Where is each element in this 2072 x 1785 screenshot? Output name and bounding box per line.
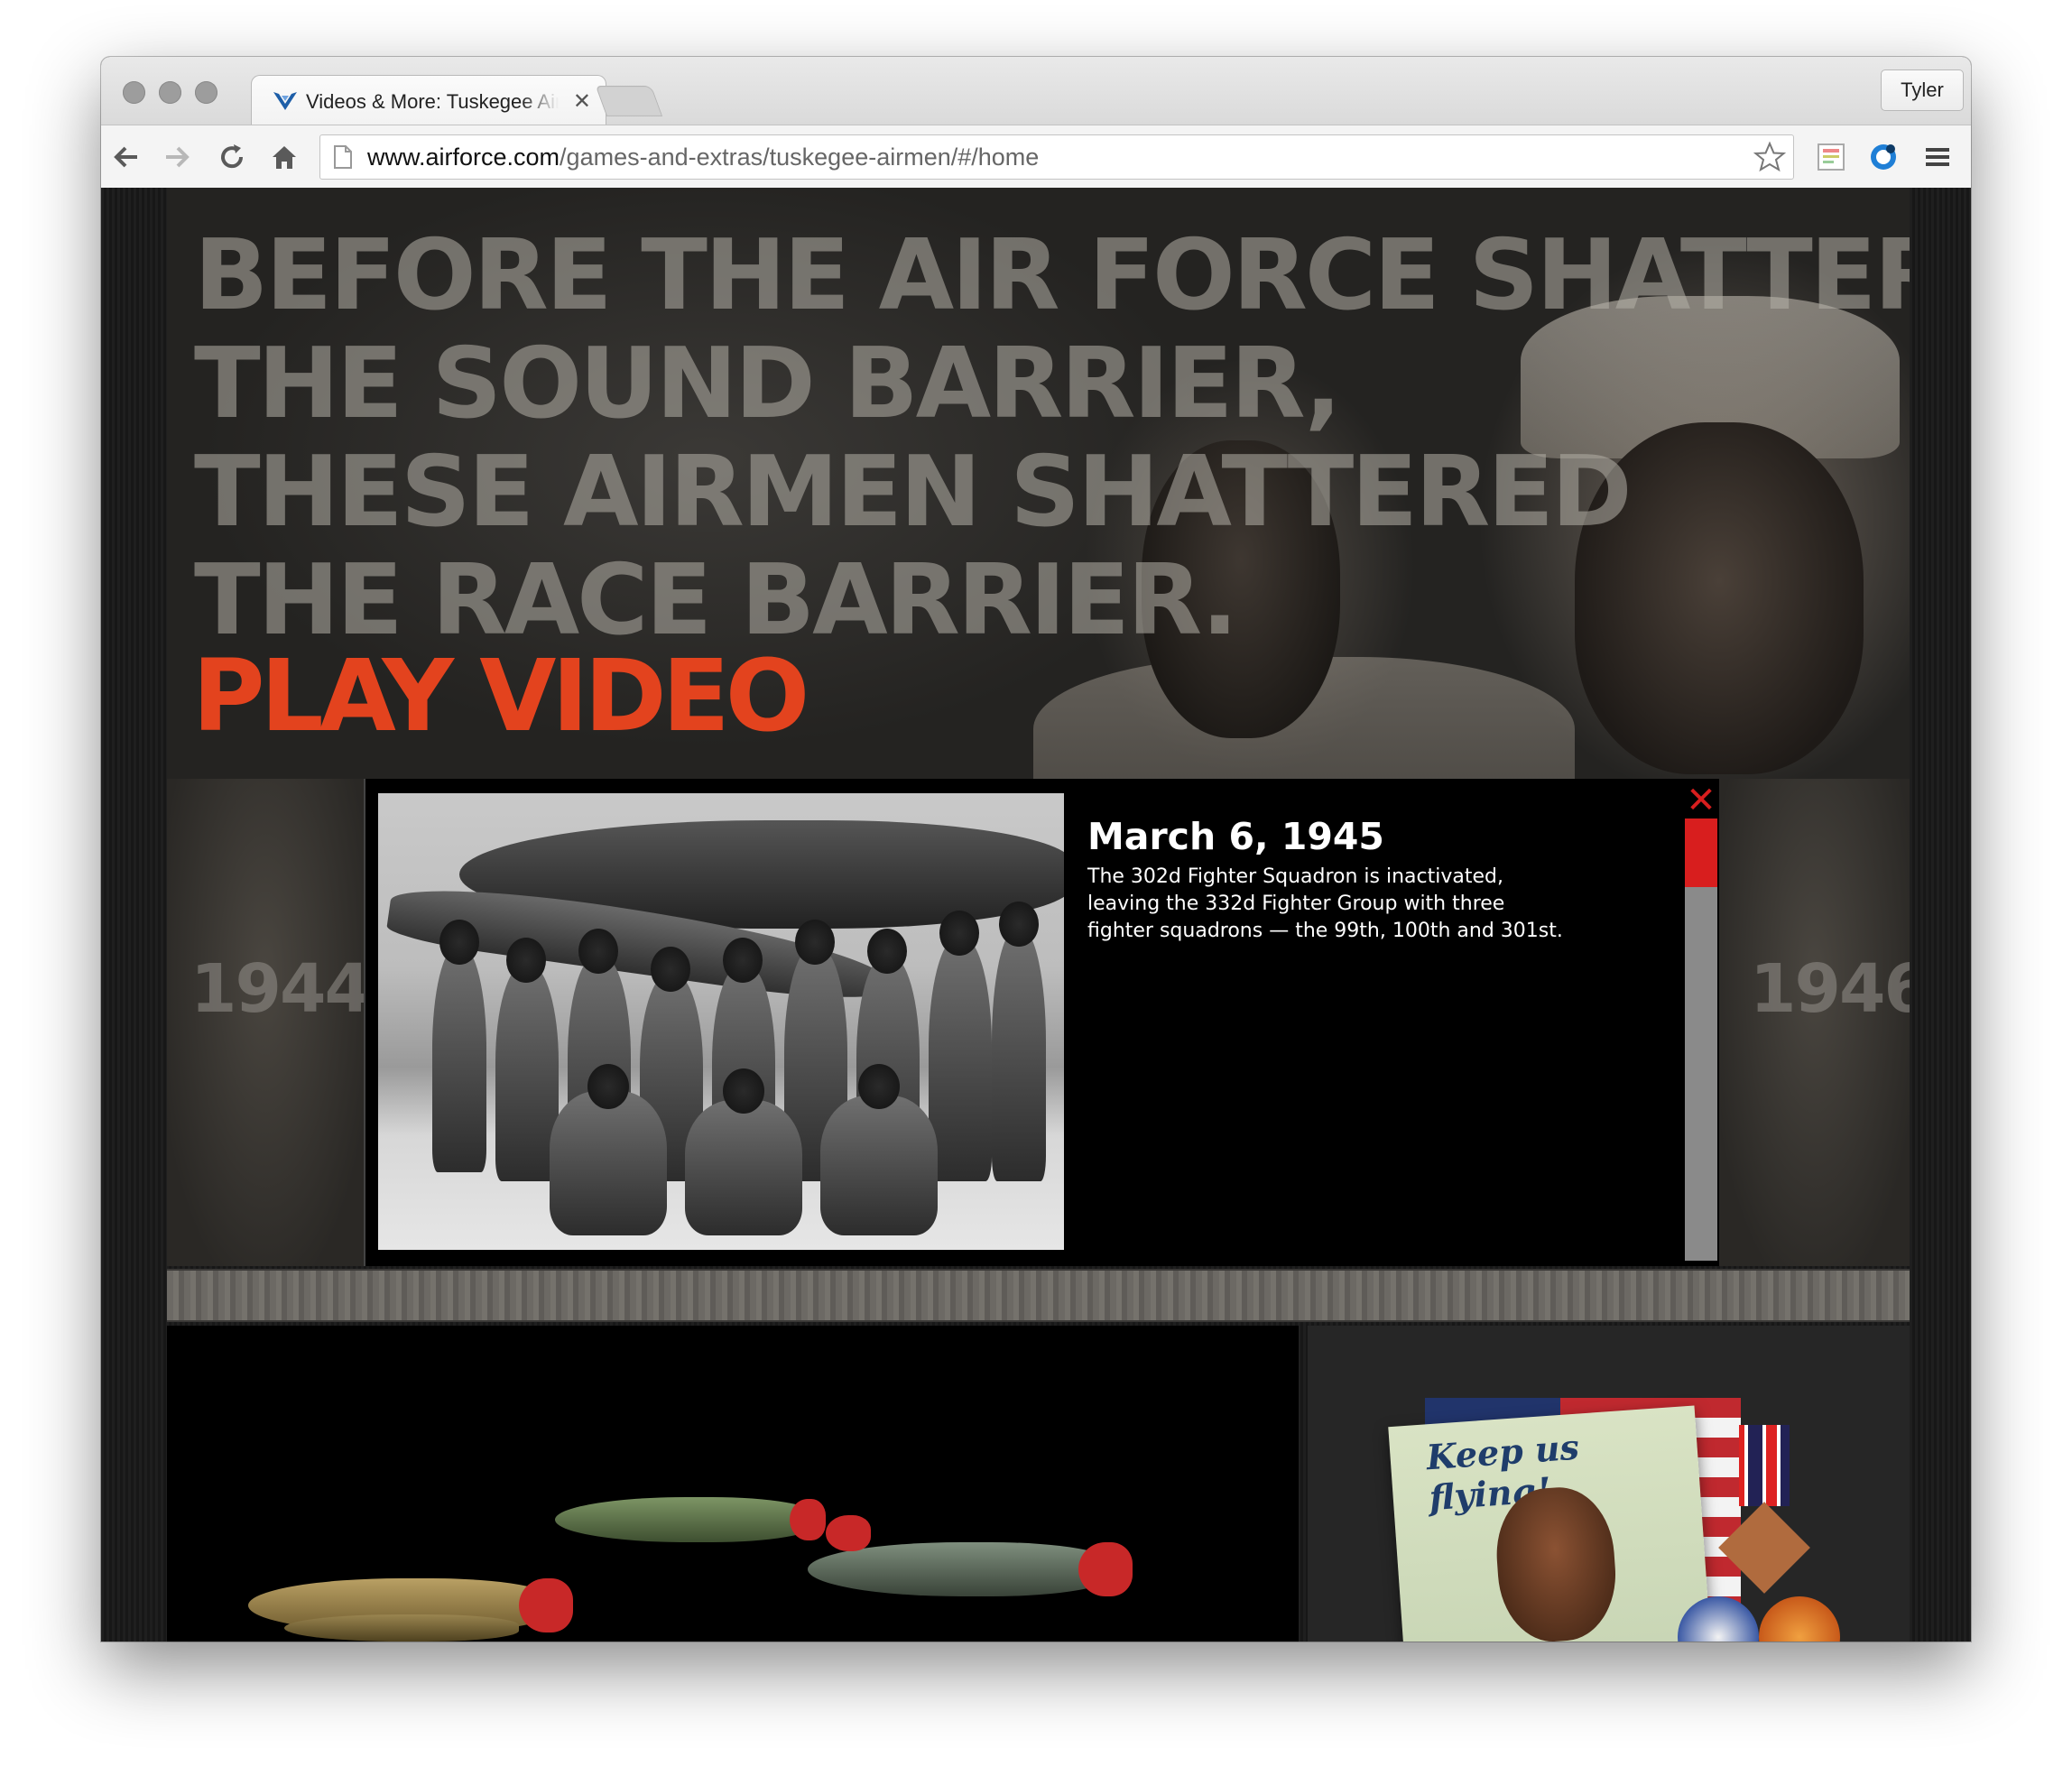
aircraft-models-feature[interactable] — [167, 1326, 1299, 1642]
extension-icon[interactable] — [1868, 142, 1899, 172]
page-icon — [334, 145, 352, 169]
profile-button[interactable]: Tyler — [1881, 69, 1964, 111]
tab-strip: Videos & More: Tuskegee Airmen ✕ Tyler — [101, 57, 1971, 126]
timeline: 1944 1946 March 6, 1945 The 302d Fighter… — [167, 779, 1910, 1266]
tab-close-icon[interactable]: ✕ — [573, 88, 591, 115]
new-tab-button[interactable] — [595, 86, 663, 116]
timeline-prev[interactable]: 1944 — [167, 779, 364, 1266]
forward-arrow-icon[interactable] — [162, 142, 193, 172]
squadron-photo — [378, 793, 1064, 1250]
p47-model — [808, 1515, 1133, 1614]
p47-model — [555, 1479, 826, 1560]
keep-us-flying-poster: Keep us flying! — [1388, 1405, 1715, 1642]
entry-description: The 302d Fighter Squadron is inactivated… — [1087, 865, 1563, 942]
close-icon[interactable]: ✕ — [1685, 782, 1717, 819]
hero-headline: BEFORE THE AIR FORCE SHATTERED THE SOUND… — [194, 222, 1910, 655]
memorabilia-feature[interactable]: Keep us flying! — [1308, 1326, 1910, 1642]
menu-icon[interactable] — [1922, 142, 1953, 172]
entry-date: March 6, 1945 — [1087, 815, 1384, 858]
play-video-button[interactable]: PLAY VIDEO — [192, 646, 809, 745]
air-force-logo-icon — [273, 92, 297, 110]
timeline-next-year[interactable]: 1946 — [1750, 950, 1910, 1028]
address-url: www.airforce.com/games-and-extras/tuskeg… — [367, 143, 1040, 171]
photo-airmen-group — [414, 892, 1046, 1250]
zoom-window-button[interactable] — [195, 81, 217, 104]
close-window-button[interactable] — [123, 81, 145, 104]
hero-banner: BEFORE THE AIR FORCE SHATTERED THE SOUND… — [167, 188, 1910, 779]
timeline-entry-panel: March 6, 1945 The 302d Fighter Squadron … — [364, 779, 1719, 1266]
timeline-next[interactable]: 1946 — [1719, 779, 1910, 1266]
headline-line: THESE AIRMEN SHATTERED — [194, 436, 1633, 549]
reload-icon[interactable] — [217, 142, 247, 172]
poster-pilot — [1492, 1484, 1621, 1642]
entry-scrollbar-thumb[interactable] — [1685, 819, 1717, 887]
address-bar[interactable]: www.airforce.com/games-and-extras/tuskeg… — [319, 134, 1794, 180]
divider-strip — [167, 1269, 1910, 1322]
tab-active[interactable]: Videos & More: Tuskegee Airmen ✕ — [251, 75, 606, 126]
headline-line: THE SOUND BARRIER, — [194, 328, 1342, 440]
tab-title: Videos & More: Tuskegee Airmen — [306, 90, 559, 113]
extension-icon[interactable] — [1816, 142, 1846, 172]
back-arrow-icon[interactable] — [110, 142, 141, 172]
bookmark-star-icon[interactable] — [1753, 141, 1786, 173]
entry-scrollbar[interactable] — [1685, 819, 1717, 1261]
medal-ribbon — [1739, 1425, 1790, 1506]
page-viewport: BEFORE THE AIR FORCE SHATTERED THE SOUND… — [101, 188, 1971, 1642]
timeline-prev-year[interactable]: 1944 — [190, 950, 364, 1028]
home-icon[interactable] — [269, 142, 300, 172]
squadron-patch-icon — [1759, 1596, 1840, 1642]
browser-window: Videos & More: Tuskegee Airmen ✕ Tyler w… — [101, 57, 1971, 1642]
p40-model — [248, 1551, 573, 1642]
browser-toolbar: www.airforce.com/games-and-extras/tuskeg… — [101, 125, 1971, 190]
minimize-window-button[interactable] — [159, 81, 181, 104]
timeline-entry-info: March 6, 1945 The 302d Fighter Squadron … — [1087, 815, 1575, 945]
headline-line: BEFORE THE AIR FORCE SHATTERED — [194, 219, 1910, 332]
